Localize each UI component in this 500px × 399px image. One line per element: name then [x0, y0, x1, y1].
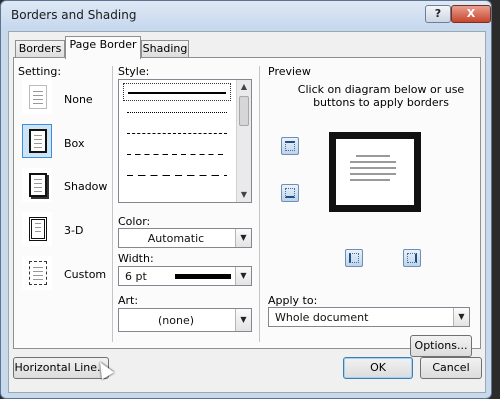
setting-box-option[interactable]: [22, 124, 52, 158]
preview-text-line: [356, 155, 390, 157]
preview-hint: Click on diagram below or use buttons to…: [297, 83, 465, 109]
dialog-body: Borders Page Border Shading Setting: Non…: [8, 31, 486, 393]
separator-right: [259, 66, 260, 342]
width-value: 6 pt: [125, 270, 147, 283]
style-heading: Style:: [118, 65, 150, 78]
scroll-thumb[interactable]: [239, 96, 249, 126]
preview-text-line: [350, 161, 396, 163]
setting-heading: Setting:: [18, 65, 62, 78]
tab-shading[interactable]: Shading: [141, 40, 189, 58]
window-title: Borders and Shading: [11, 8, 137, 22]
border-top-icon: [285, 141, 295, 151]
border-left-icon: [349, 253, 359, 263]
apply-to-select[interactable]: Whole document ▼: [268, 307, 470, 327]
setting-shadow-label: Shadow: [64, 180, 108, 193]
right-border-button[interactable]: [403, 249, 421, 267]
setting-3d-label: 3-D: [64, 224, 84, 237]
setting-shadow-option[interactable]: [22, 168, 52, 202]
art-value: (none): [157, 314, 195, 327]
setting-custom-option[interactable]: [22, 256, 52, 290]
border-bottom-icon: [285, 188, 295, 198]
color-value: Automatic: [147, 232, 205, 245]
art-label: Art:: [118, 294, 139, 307]
ok-button[interactable]: OK: [343, 357, 413, 379]
setting-none-option[interactable]: [22, 80, 52, 114]
style-option-dotted[interactable]: [123, 104, 231, 122]
scroll-down-icon[interactable]: ▼: [237, 188, 251, 202]
page-box-icon: [29, 129, 47, 153]
style-option-solid[interactable]: [123, 83, 231, 101]
options-button[interactable]: Options...: [410, 335, 472, 357]
apply-to-value: Whole document: [275, 311, 369, 324]
page-border-panel: Setting: None Box Shadow 3-D Custom Styl…: [13, 57, 481, 357]
border-right-icon: [407, 253, 417, 263]
setting-box-label: Box: [64, 137, 85, 150]
page-shadow-icon: [29, 173, 47, 197]
preview-text-line: [350, 167, 396, 169]
left-border-button[interactable]: [345, 249, 363, 267]
chevron-down-icon[interactable]: ▼: [235, 309, 251, 331]
style-listbox[interactable]: ▲ ▼: [118, 79, 252, 203]
tab-borders[interactable]: Borders: [15, 40, 65, 58]
page-custom-icon: [29, 261, 47, 285]
setting-3d-option[interactable]: [22, 212, 52, 246]
preview-text-line: [350, 173, 396, 175]
preview-text-line: [350, 179, 390, 181]
style-scrollbar[interactable]: ▲ ▼: [236, 80, 251, 202]
page-none-icon: [29, 85, 47, 109]
cancel-button[interactable]: Cancel: [420, 357, 482, 379]
width-select[interactable]: 6 pt ▼: [118, 266, 252, 286]
tab-page-border[interactable]: Page Border: [65, 36, 141, 59]
preview-heading: Preview: [268, 65, 311, 78]
apply-to-label: Apply to:: [268, 294, 318, 307]
style-option-fine-dash[interactable]: [123, 125, 231, 143]
close-button[interactable]: X: [451, 5, 491, 23]
chevron-down-icon[interactable]: ▼: [453, 308, 469, 326]
color-label: Color:: [118, 215, 151, 228]
borders-and-shading-dialog: Borders and Shading ? X Borders Page Bor…: [0, 0, 492, 399]
scroll-up-icon[interactable]: ▲: [237, 80, 251, 94]
art-select[interactable]: (none) ▼: [118, 308, 252, 332]
width-label: Width:: [118, 252, 154, 265]
chevron-down-icon[interactable]: ▼: [235, 267, 251, 285]
separator-left: [112, 66, 113, 342]
title-bar: Borders and Shading ? X: [1, 1, 491, 29]
bottom-border-button[interactable]: [281, 184, 299, 202]
preview-diagram[interactable]: [329, 132, 421, 212]
style-option-long-dash[interactable]: [123, 167, 231, 185]
color-select[interactable]: Automatic ▼: [118, 228, 252, 248]
top-border-button[interactable]: [281, 137, 299, 155]
page-3d-icon: [29, 217, 47, 241]
help-button[interactable]: ?: [425, 5, 451, 23]
style-option-dash[interactable]: [123, 146, 231, 164]
setting-none-label: None: [64, 93, 93, 106]
setting-custom-label: Custom: [64, 268, 107, 281]
chevron-down-icon[interactable]: ▼: [235, 229, 251, 247]
width-sample-line: [175, 274, 231, 279]
